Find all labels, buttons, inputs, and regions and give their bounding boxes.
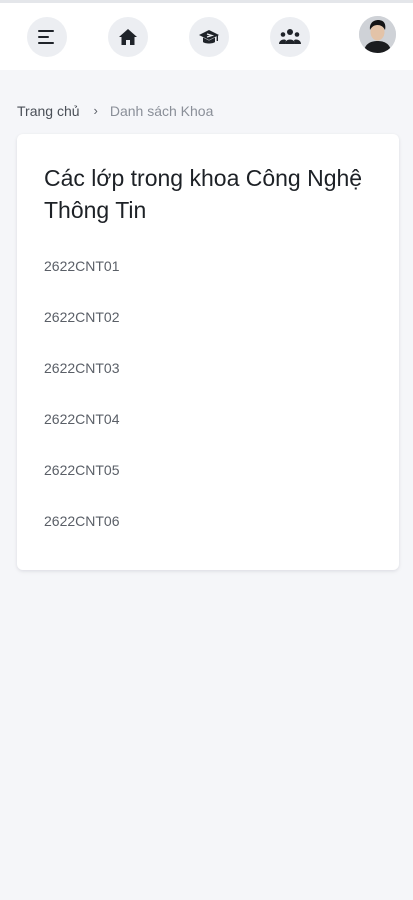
class-item-2622cnt03[interactable]: 2622CNT03 — [44, 358, 120, 409]
page-title: Các lớp trong khoa Công Nghệ Thông Tin — [44, 165, 363, 223]
breadcrumb-home-link[interactable]: Trang chủ — [17, 101, 80, 121]
avatar-image — [359, 16, 396, 53]
home-icon — [119, 29, 137, 45]
breadcrumb-current: Danh sách Khoa — [109, 103, 214, 119]
user-avatar[interactable] — [359, 16, 396, 53]
graduation-cap-icon — [199, 30, 219, 44]
class-item-2622cnt02[interactable]: 2622CNT02 — [44, 307, 120, 358]
class-item-2622cnt01[interactable]: 2622CNT01 — [44, 256, 120, 307]
classes-button[interactable] — [189, 17, 229, 57]
class-item-2622cnt06[interactable]: 2622CNT06 — [44, 511, 120, 562]
class-list-card: Các lớp trong khoa Công Nghệ Thông Tin 2… — [17, 134, 399, 570]
class-item-2622cnt05[interactable]: 2622CNT05 — [44, 460, 120, 511]
menu-icon — [38, 30, 54, 44]
chevron-right-icon: › — [93, 103, 98, 118]
class-list: 2622CNT01 2622CNT02 2622CNT03 2622CNT04 … — [44, 256, 120, 562]
users-button[interactable] — [270, 17, 310, 57]
home-button[interactable] — [108, 17, 148, 57]
top-navigation-bar — [0, 3, 413, 70]
breadcrumb: Trang chủ › Danh sách Khoa — [17, 101, 213, 121]
users-icon — [279, 29, 301, 44]
menu-button[interactable] — [27, 17, 67, 57]
class-item-2622cnt04[interactable]: 2622CNT04 — [44, 409, 120, 460]
